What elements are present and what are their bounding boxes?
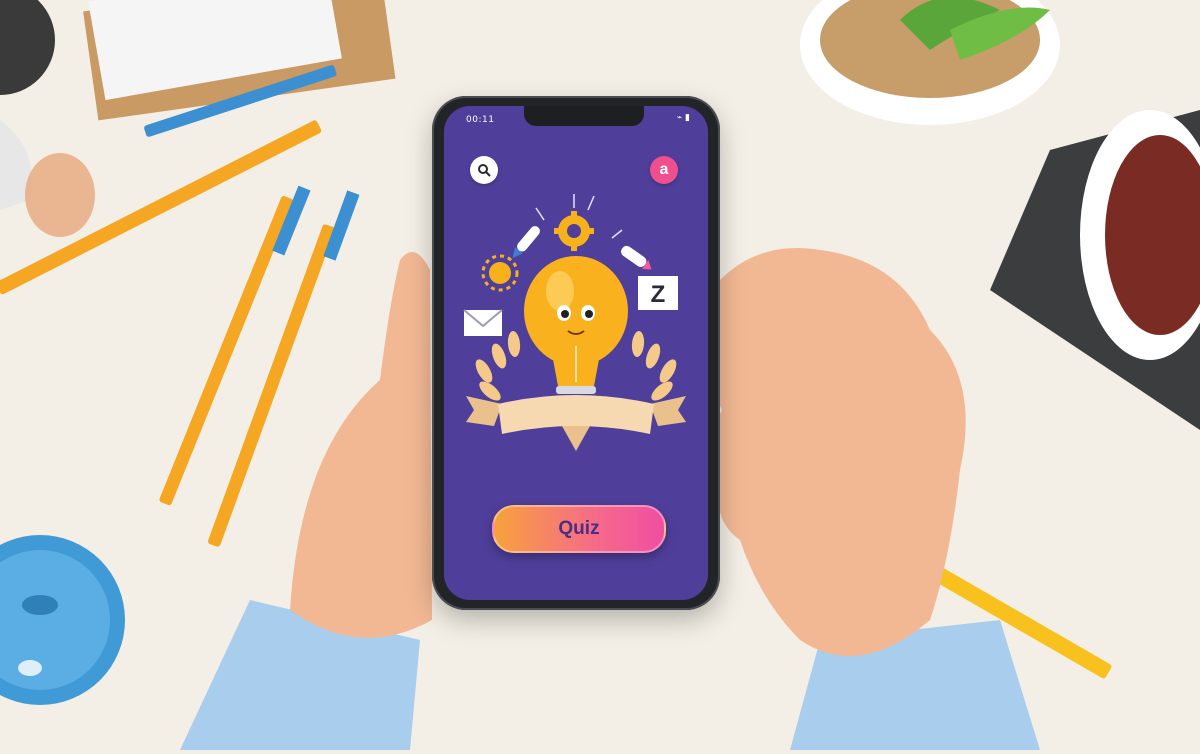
profile-button[interactable]: a bbox=[650, 156, 678, 184]
quiz-button[interactable]: Quiz bbox=[492, 505, 666, 553]
sleep-badge-icon: Z bbox=[638, 276, 678, 310]
desk-scene: 00:11 ⌁ ▮ a Z Quiz bbox=[0, 0, 1200, 750]
quiz-illustration: Z bbox=[463, 194, 686, 451]
sun-icon bbox=[481, 254, 519, 292]
smartphone: 00:11 ⌁ ▮ a Z Quiz bbox=[432, 96, 720, 610]
left-hand bbox=[180, 252, 432, 750]
phone-screen: 00:11 ⌁ ▮ a Z Quiz bbox=[444, 106, 708, 600]
ribbon-banner bbox=[466, 395, 686, 451]
quiz-button-label: Quiz bbox=[558, 518, 600, 539]
rocket-icon bbox=[621, 245, 652, 270]
status-time: 00:11 bbox=[466, 115, 495, 125]
right-hand bbox=[712, 248, 1040, 750]
profile-letter: a bbox=[659, 161, 669, 178]
search-icon bbox=[478, 164, 491, 177]
status-icons: ⌁ ▮ bbox=[676, 113, 690, 123]
bowl bbox=[990, 110, 1200, 430]
lightbulb-icon bbox=[524, 256, 628, 414]
badge-letter: Z bbox=[651, 281, 666, 308]
blue-plate bbox=[0, 535, 125, 705]
envelope-icon bbox=[463, 309, 503, 336]
glass bbox=[0, 0, 95, 237]
plant-pot bbox=[800, 0, 1060, 125]
rocket-icon bbox=[512, 226, 540, 258]
gear-icon bbox=[554, 211, 594, 251]
search-button[interactable] bbox=[470, 156, 498, 184]
phone-notch bbox=[524, 106, 644, 126]
